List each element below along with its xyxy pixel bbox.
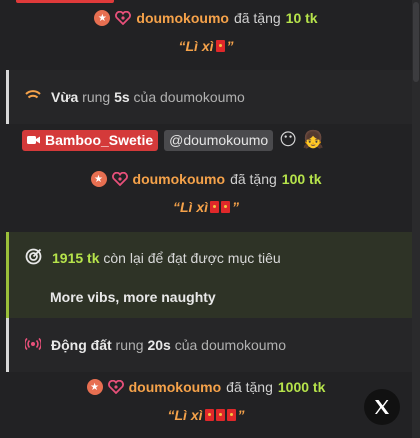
broadcaster-tag[interactable]: Bamboo_Swetie <box>22 129 159 151</box>
gift-note-end: ” <box>226 38 234 54</box>
gift-sender[interactable]: doumokoumo <box>136 10 229 26</box>
x-share-button[interactable] <box>364 389 400 425</box>
gift-message: ★ doumokoumo đã tặng 1000 tk “Lì xì ” <box>0 379 412 423</box>
camera-icon <box>27 136 40 144</box>
vibration-duration: 5s <box>114 89 130 105</box>
star-badge-icon: ★ <box>86 379 103 395</box>
red-envelope-icon <box>215 409 225 421</box>
gift-note-end: ” <box>237 407 245 423</box>
vibration-wave-icon <box>25 89 41 106</box>
vibration-source: của doumokoumo <box>133 89 245 105</box>
gift-amount: 100 tk <box>281 171 322 187</box>
vibration-notice: Động đất rung 20s của doumokoumo <box>6 318 412 372</box>
red-envelope-icon <box>221 201 230 213</box>
emoji-girl: 👧 <box>302 130 325 149</box>
emoji-neutral: 😶 <box>279 130 297 149</box>
vibration-level: Vừa <box>51 89 79 105</box>
vibration-source: của doumokoumo <box>174 337 287 353</box>
red-envelope-icon <box>226 409 236 421</box>
gift-verb: đã tặng <box>230 171 277 187</box>
gift-verb: đã tặng <box>233 10 281 26</box>
user-mention-tag[interactable]: @doumokoumo <box>164 129 274 151</box>
scrollbar[interactable] <box>412 0 420 438</box>
star-badge-icon: ★ <box>94 10 111 26</box>
goal-remaining-text: còn lại để đạt được mục tiêu <box>103 250 281 266</box>
earthquake-icon <box>24 337 42 353</box>
tip-goal-panel: 1915 tk còn lại để đạt được mục tiêu Mor… <box>6 232 412 318</box>
mention-row: Bamboo_Swetie @doumokoumo 😶 👧 <box>22 129 324 151</box>
broadcaster-name: Bamboo_Swetie <box>45 132 154 148</box>
scrollbar-thumb[interactable] <box>413 2 419 82</box>
vibration-word: rung <box>115 337 144 353</box>
gift-verb: đã tặng <box>226 379 273 395</box>
gift-sender[interactable]: doumokoumo <box>133 171 226 187</box>
gift-message: ★ doumokoumo đã tặng 100 tk “Lì xì ” <box>0 171 412 215</box>
red-envelope-icon <box>204 409 214 421</box>
top-tab-indicator <box>0 0 412 5</box>
red-envelope-icon <box>210 201 219 213</box>
vibration-duration: 20s <box>147 337 171 353</box>
vibration-notice: Vừa rung 5s của doumokoumo <box>6 70 412 124</box>
gift-amount: 1000 tk <box>277 379 326 395</box>
gift-note: “Lì xì <box>178 38 214 54</box>
x-logo-icon <box>375 400 389 414</box>
star-badge-icon: ★ <box>90 171 107 187</box>
heart-badge-icon <box>107 379 124 395</box>
goal-title: More vibs, more naughty <box>50 289 216 305</box>
gift-note-end: ” <box>232 199 239 215</box>
heart-badge-icon <box>115 10 132 26</box>
chat-feed: ★ doumokoumo đã tặng 10 tk “Lì xì ” Vừa … <box>0 0 412 438</box>
vibration-word: rung <box>82 89 111 105</box>
heart-badge-icon <box>111 171 128 187</box>
target-icon <box>25 248 42 268</box>
gift-sender[interactable]: doumokoumo <box>129 379 222 395</box>
gift-note: “Lì xì <box>167 407 203 423</box>
vibration-level: Động đất <box>51 337 112 353</box>
goal-remaining: 1915 tk <box>52 250 100 266</box>
red-envelope-icon <box>215 40 225 52</box>
gift-amount: 10 tk <box>285 10 318 26</box>
gift-note: “Lì xì <box>172 199 208 215</box>
gift-message: ★ doumokoumo đã tặng 10 tk “Lì xì ” <box>0 10 412 54</box>
